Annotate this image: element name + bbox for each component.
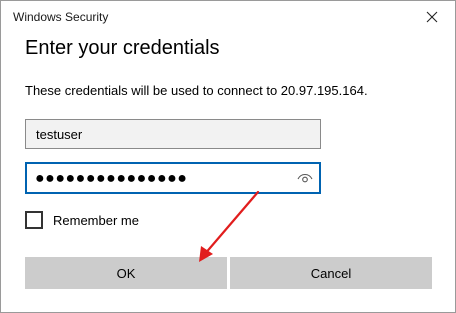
title-bar: Windows Security: [1, 1, 455, 33]
dialog-heading: Enter your credentials: [25, 37, 220, 59]
username-field[interactable]: [25, 119, 321, 149]
ok-button[interactable]: OK: [25, 257, 227, 289]
password-field[interactable]: ●●●●●●●●●●●●●●●: [25, 162, 321, 194]
close-icon: [426, 11, 438, 23]
credentials-dialog: Windows Security Enter your credentials …: [0, 0, 456, 313]
remember-me-label: Remember me: [53, 212, 139, 228]
cancel-button[interactable]: Cancel: [230, 257, 432, 289]
remember-me-option[interactable]: Remember me: [25, 209, 139, 231]
password-mask: ●●●●●●●●●●●●●●●: [35, 170, 188, 187]
window-title: Windows Security: [13, 10, 109, 24]
remember-me-checkbox[interactable]: [25, 211, 43, 229]
close-button[interactable]: [409, 1, 455, 33]
dialog-description: These credentials will be used to connec…: [25, 83, 368, 98]
eye-icon[interactable]: [297, 171, 313, 185]
